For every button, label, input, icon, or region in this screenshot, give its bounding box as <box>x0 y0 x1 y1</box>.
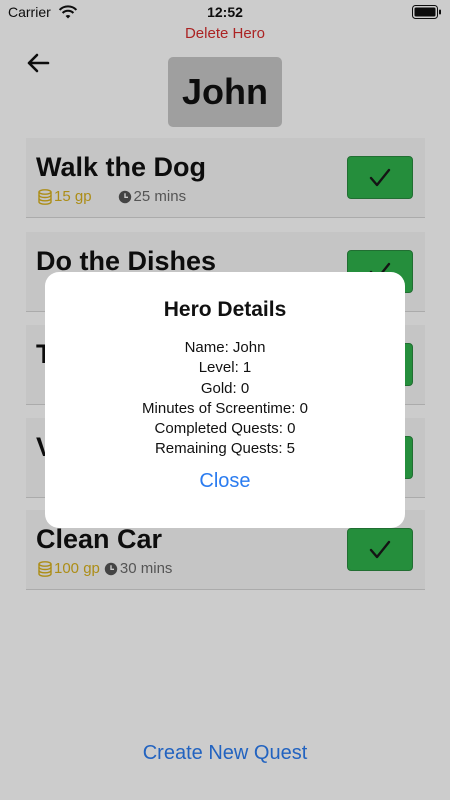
close-button[interactable]: Close <box>45 470 405 493</box>
screen: Carrier 12:52 Delete Hero John Walk the … <box>0 0 450 800</box>
dialog-title: Hero Details <box>163 298 287 321</box>
dialog-message: Name: John Level: 1 Gold: 0 Minutes of S… <box>45 338 405 460</box>
remaining-quests-line: Remaining Quests: 5 <box>154 440 296 458</box>
hero-name-line: Name: John <box>184 339 266 356</box>
completed-quests-line: Completed Quests: 0 <box>154 420 296 438</box>
hero-screentime-line: Minutes of Screentime: 0 <box>142 399 308 417</box>
hero-details-dialog: Hero Details Name: John Level: 1 Gold: 0… <box>45 272 405 528</box>
hero-level-line: Level: 1 <box>198 359 252 377</box>
hero-gold-line: Gold: 0 <box>200 379 250 397</box>
